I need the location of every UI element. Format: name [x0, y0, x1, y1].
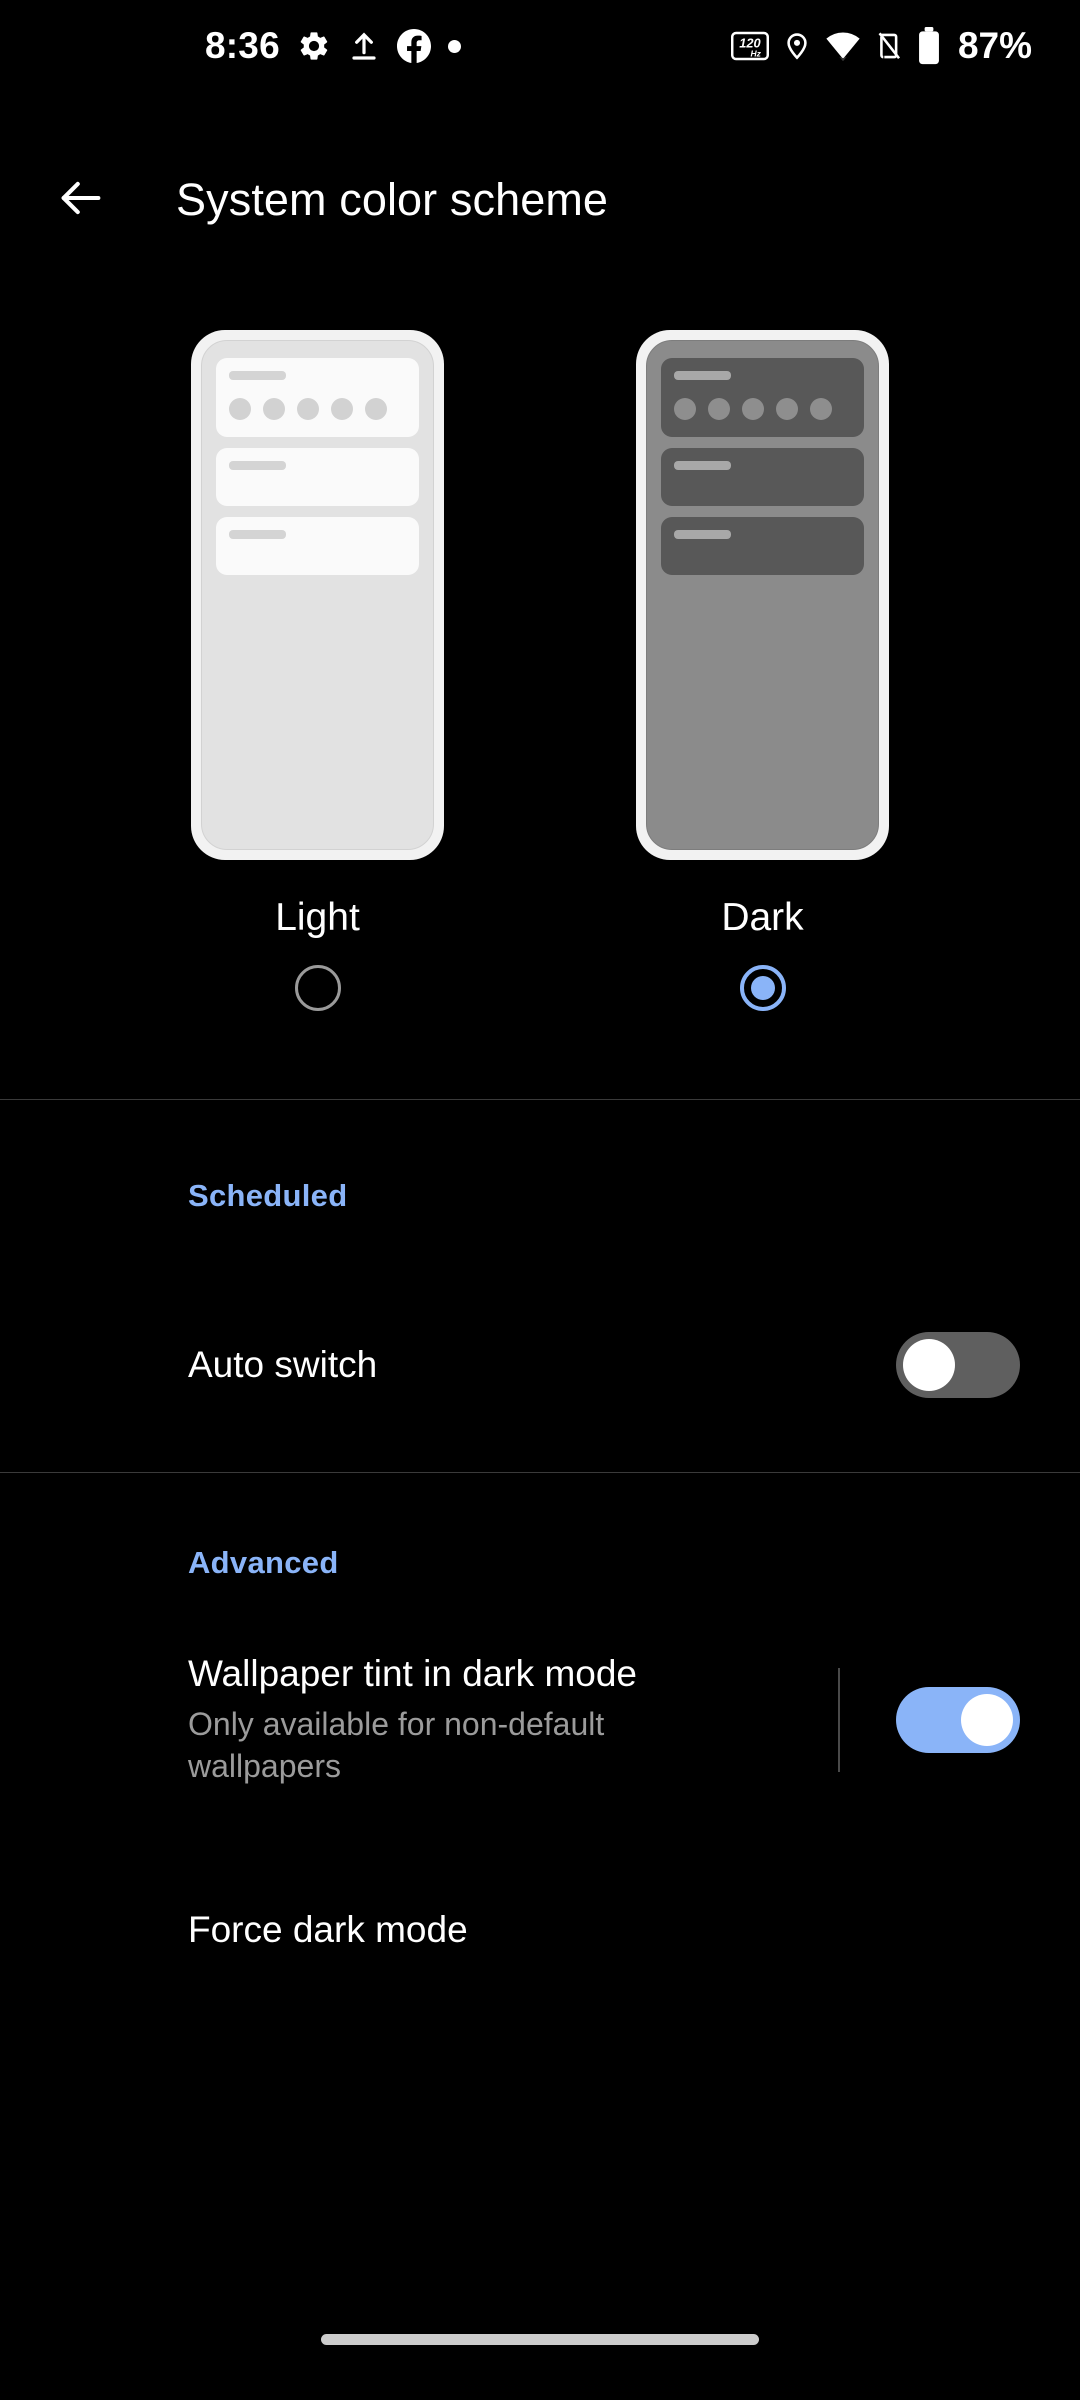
toggle-thumb — [903, 1339, 955, 1391]
row-vertical-divider — [838, 1668, 840, 1772]
preview-dot — [708, 398, 730, 420]
preview-dot — [674, 398, 696, 420]
row-text-group: Wallpaper tint in dark mode Only availab… — [188, 1653, 748, 1787]
row-text-group: Auto switch — [188, 1344, 377, 1386]
preview-bar — [229, 530, 286, 539]
vibrate-off-icon — [875, 29, 903, 63]
svg-text:Hz: Hz — [750, 48, 761, 58]
preview-dot — [331, 398, 353, 420]
battery-icon — [917, 27, 941, 65]
preview-bar — [674, 371, 731, 380]
preview-dot-row — [674, 398, 851, 420]
status-bar-clock: 8:36 — [205, 25, 280, 66]
row-subtitle: Only available for non-default wallpaper… — [188, 1705, 605, 1784]
row-title: Wallpaper tint in dark mode — [188, 1652, 638, 1694]
back-button[interactable] — [38, 157, 124, 243]
android-settings-screen: 8:36 120 Hz 87% System color scheme Ligh… — [0, 0, 1080, 2400]
preview-dot — [742, 398, 764, 420]
row-title: Force dark mode — [188, 1909, 468, 1950]
setting-row-wallpaper-tint[interactable]: Wallpaper tint in dark mode Only availab… — [0, 1640, 1080, 1800]
preview-bar — [229, 461, 286, 470]
auto-switch-toggle[interactable] — [896, 1332, 1020, 1398]
section-header-scheduled: Scheduled — [188, 1178, 348, 1213]
theme-chooser: Light Dark — [0, 330, 1080, 1090]
preview-dot — [229, 398, 251, 420]
dot-icon — [447, 39, 461, 53]
preview-card — [661, 517, 864, 575]
wallpaper-tint-toggle[interactable] — [896, 1687, 1020, 1753]
home-gesture-pill[interactable] — [321, 2334, 759, 2345]
dark-theme-label: Dark — [721, 896, 804, 939]
refresh-rate-120hz-icon: 120 Hz — [730, 31, 769, 61]
preview-dot — [263, 398, 285, 420]
battery-percent-label: 87% — [957, 25, 1032, 66]
setting-row-auto-switch[interactable]: Auto switch — [0, 1310, 1080, 1420]
dark-theme-radio[interactable] — [739, 965, 786, 1011]
toggle-thumb — [961, 1694, 1013, 1746]
wifi-icon — [825, 31, 861, 61]
location-icon — [783, 29, 811, 63]
status-bar-left-group: 8:36 — [205, 25, 461, 67]
status-bar-right-group: 120 Hz 87% — [730, 25, 1032, 67]
app-bar: System color scheme — [0, 145, 1080, 255]
dark-theme-preview[interactable] — [636, 330, 889, 860]
section-header-advanced: Advanced — [188, 1545, 339, 1580]
light-theme-preview[interactable] — [191, 330, 444, 860]
row-title: Auto switch — [188, 1344, 378, 1385]
preview-bar — [674, 461, 731, 470]
preview-dot — [810, 398, 832, 420]
preview-bar — [674, 530, 731, 539]
row-text-group: Force dark mode — [188, 1909, 468, 1951]
gear-icon — [297, 29, 331, 63]
preview-card — [216, 517, 419, 575]
dark-preview-body — [646, 340, 879, 850]
status-bar: 8:36 120 Hz 87% — [0, 0, 1080, 92]
preview-card — [661, 358, 864, 437]
preview-card — [661, 448, 864, 506]
preview-bar — [229, 371, 286, 380]
preview-dot-row — [229, 398, 406, 420]
light-theme-label: Light — [275, 896, 360, 939]
page-title: System color scheme — [176, 174, 609, 225]
section-divider — [0, 1472, 1080, 1473]
preview-dot — [776, 398, 798, 420]
back-arrow-icon — [55, 172, 107, 229]
theme-option-light[interactable]: Light — [188, 330, 448, 1090]
light-theme-radio[interactable] — [294, 965, 341, 1011]
light-preview-body — [201, 340, 434, 850]
preview-card — [216, 448, 419, 506]
preview-dot — [297, 398, 319, 420]
preview-dot — [365, 398, 387, 420]
section-divider — [0, 1099, 1080, 1100]
facebook-icon — [396, 29, 431, 63]
upload-icon — [348, 29, 380, 63]
theme-option-dark[interactable]: Dark — [633, 330, 893, 1090]
preview-card — [216, 358, 419, 437]
setting-row-force-dark-mode[interactable]: Force dark mode — [0, 1885, 1080, 1975]
